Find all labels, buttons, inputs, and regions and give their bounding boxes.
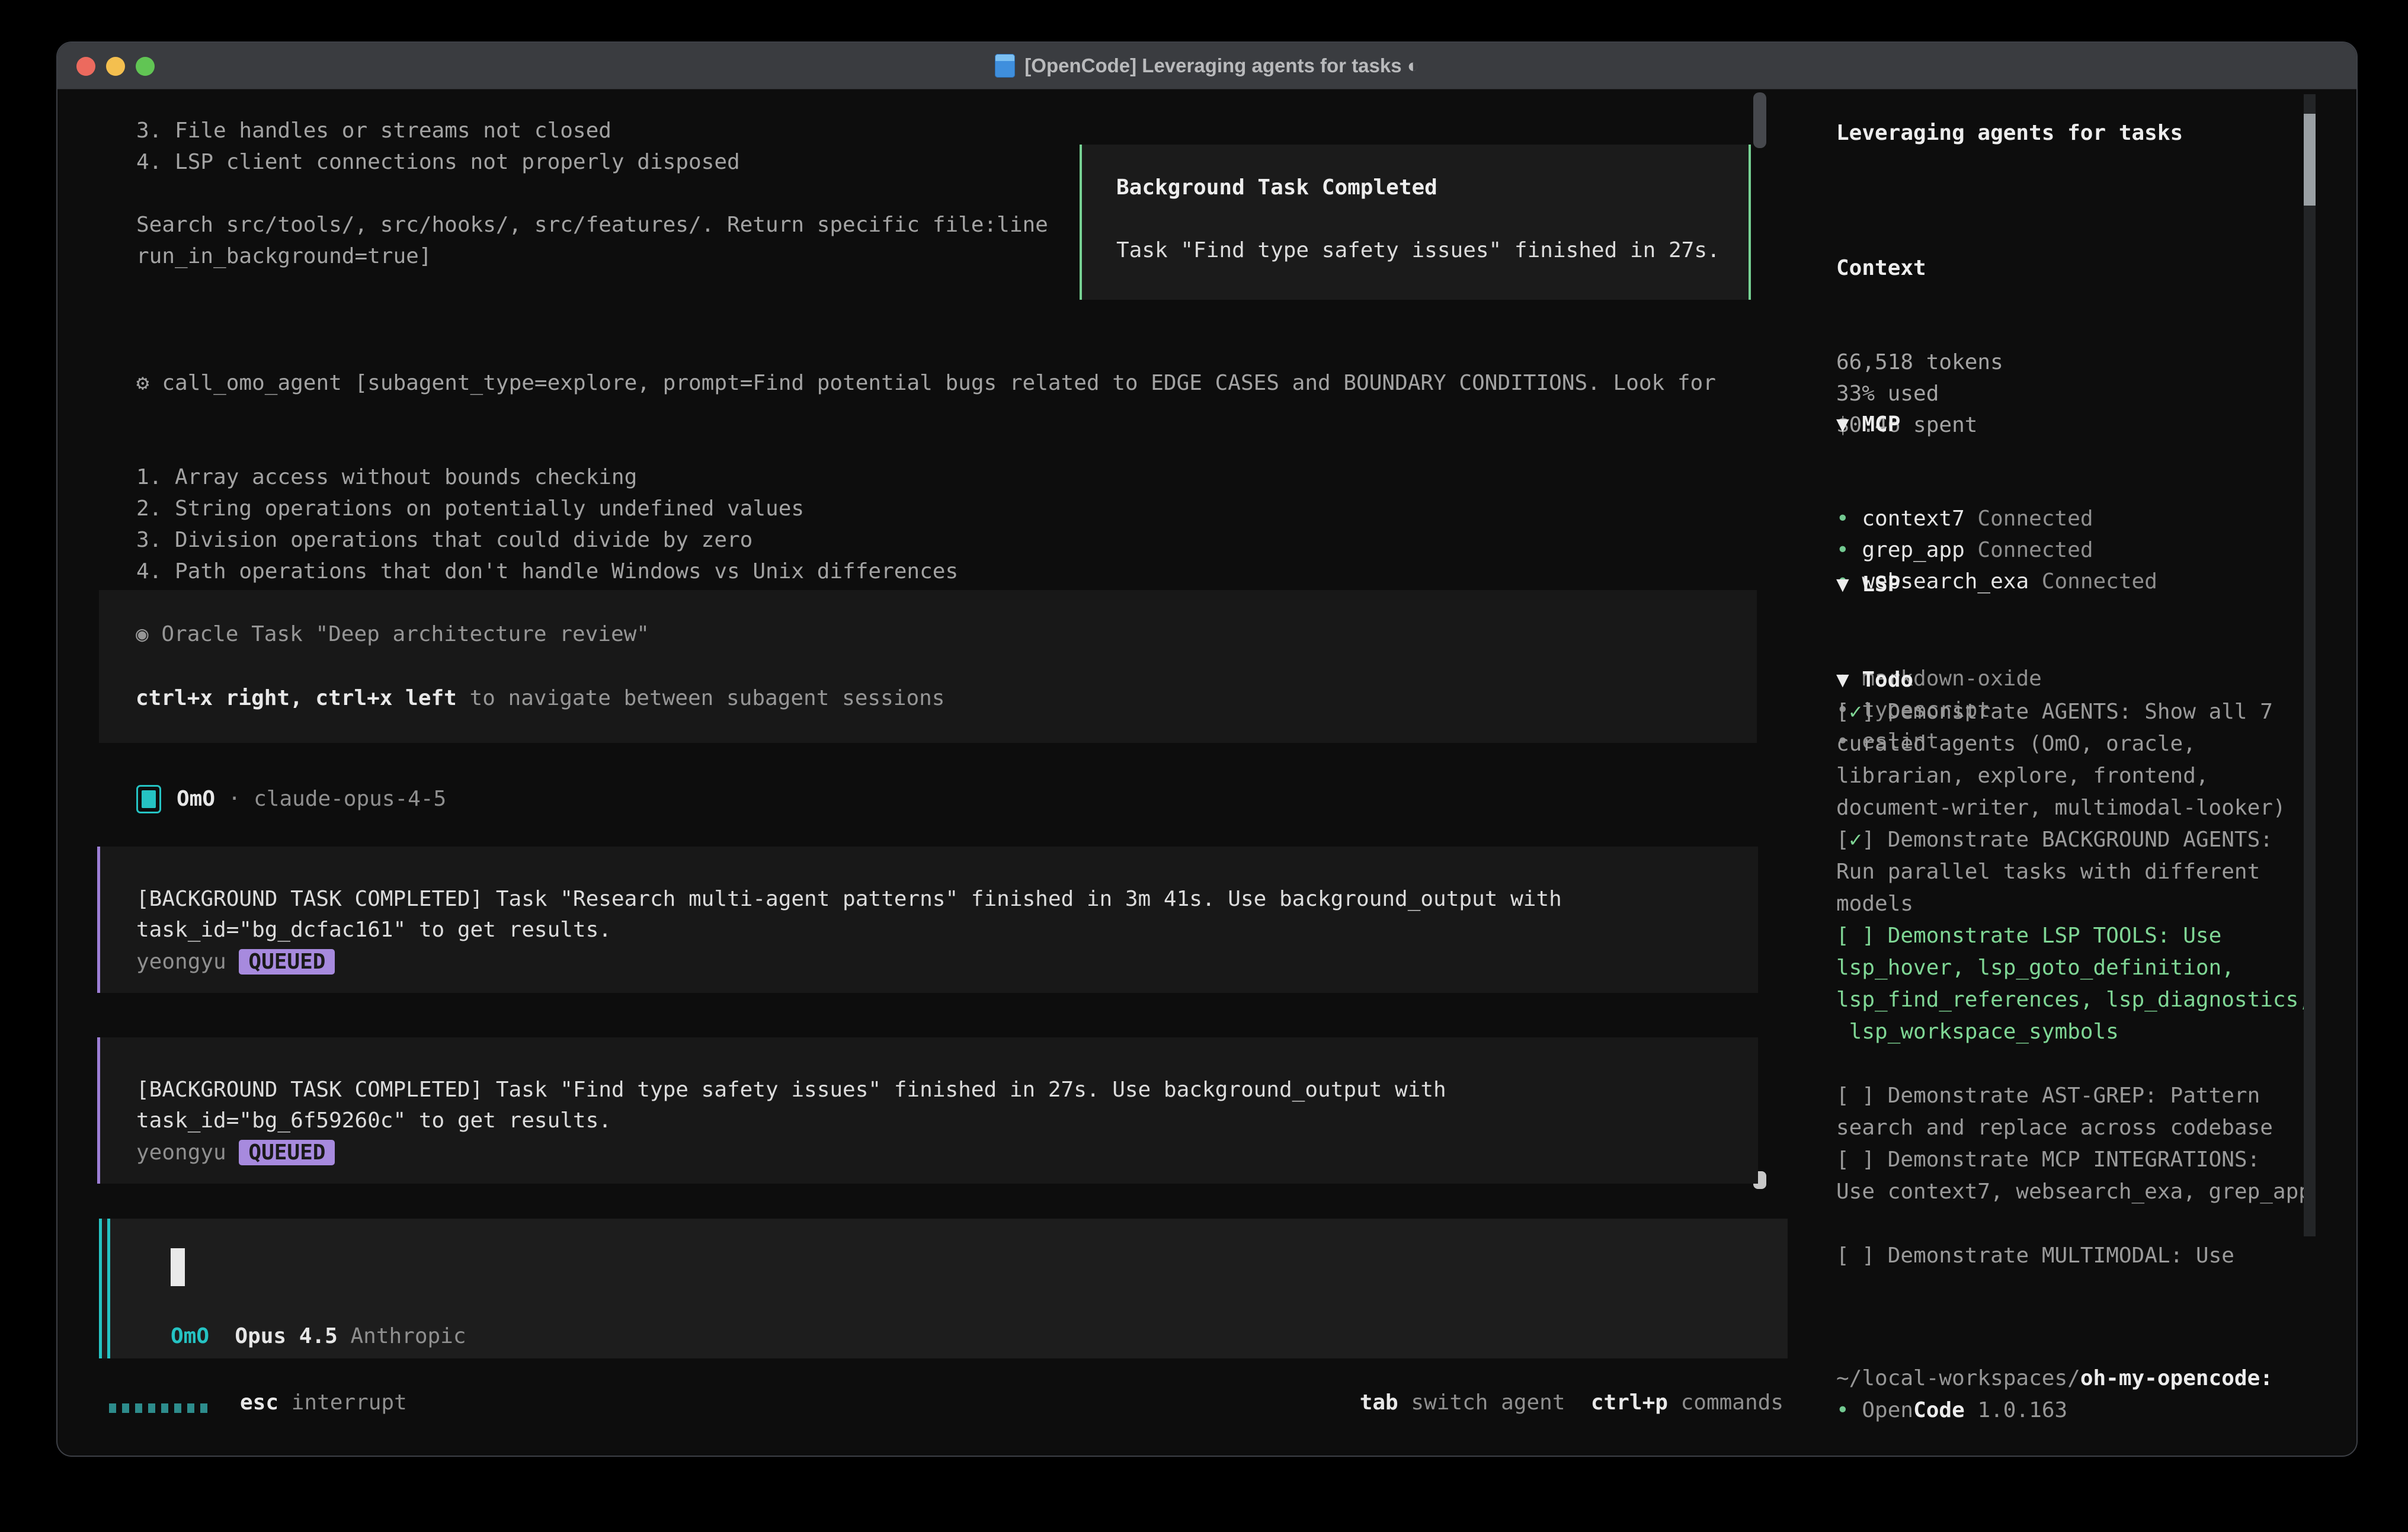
todo-line (1836, 1208, 2334, 1240)
scrollback-text: 3. File handles or streams not closed4. … (136, 115, 1048, 272)
todo-line: search and replace across codebase (1836, 1112, 2334, 1144)
collapse-triangle-icon[interactable]: ▼ (1836, 668, 1862, 692)
todo-line: Use context7, websearch_exa, grep_app (1836, 1176, 2334, 1208)
todo-line: Run parallel tasks with different (1836, 856, 2334, 888)
todo-line: lsp_hover, lsp_goto_definition, (1836, 952, 2334, 984)
todo-line: lsp_workspace_symbols (1836, 1016, 2334, 1048)
todo-line: librarian, explore, frontend, (1836, 760, 2334, 792)
queued-badge: QUEUED (239, 1140, 335, 1165)
spinner-dot (148, 1403, 155, 1413)
collapse-triangle-icon[interactable]: ▼ (1836, 412, 1862, 437)
gear-icon: ⚙ (136, 371, 149, 395)
term-line: 1. Array access without bounds checking (136, 461, 1716, 493)
task-message-line2: task_id="bg_6f59260c" to get results. (136, 1105, 611, 1136)
collapse-triangle-icon[interactable]: ▼ (1836, 572, 1862, 597)
todo-line: [✓] Demonstrate AGENTS: Show all 7 (1836, 696, 2334, 728)
todo-line: models (1836, 888, 2334, 920)
todo-line: [ ] Demonstrate LSP TOOLS: Use (1836, 920, 2334, 952)
oracle-navigation-hint: ctrl+x right, ctrl+x left to navigate be… (136, 682, 944, 714)
agent-header: OmO · claude-opus-4-5 (136, 783, 446, 815)
spinner-dot (135, 1403, 142, 1413)
term-line: 4. LSP client connections not properly d… (136, 146, 1048, 178)
prompt-input[interactable]: OmO Opus 4.5 Anthropic (99, 1219, 1788, 1358)
sidebar-scrollbar[interactable] (2304, 94, 2316, 1236)
session-title: Leveraging agents for tasks (1836, 117, 2334, 149)
minimize-button[interactable] (106, 57, 125, 76)
term-line (136, 178, 1048, 209)
spinner-dot (187, 1403, 194, 1413)
tool-call-first-line: ⚙ call_omo_agent [subagent_type=explore,… (136, 367, 1716, 399)
oracle-icon: ◉ (136, 622, 149, 646)
term-line: 3. Division operations that could divide… (136, 524, 1716, 556)
todo-list: [✓] Demonstrate AGENTS: Show all 7curate… (1836, 696, 2334, 1272)
task-message-line1: [BACKGROUND TASK COMPLETED] Task "Resear… (136, 883, 1562, 915)
titlebar[interactable]: [OpenCode] Leveraging agents for tasks ◐ (57, 43, 2356, 89)
task-meta: yeongyu QUEUED (136, 1137, 335, 1168)
spinner-dot (174, 1403, 181, 1413)
background-task-card[interactable]: [BACKGROUND TASK COMPLETED] Task "Find t… (97, 1037, 1758, 1184)
app-version: • OpenCode 1.0.163 (1836, 1395, 2334, 1426)
terminal-window: [OpenCode] Leveraging agents for tasks ◐… (56, 41, 2358, 1457)
task-meta: yeongyu QUEUED (136, 946, 335, 977)
term-line: 3. File handles or streams not closed (136, 115, 1048, 146)
background-task-card[interactable]: [BACKGROUND TASK COMPLETED] Task "Resear… (97, 847, 1758, 993)
close-button[interactable] (76, 57, 95, 76)
workspace-path: ~/local-workspaces/oh-my-opencode: maste… (1836, 1300, 2334, 1457)
todo-line: document-writer, multimodal-looker) (1836, 792, 2334, 824)
agent-model-selector[interactable]: OmO Opus 4.5 Anthropic (171, 1321, 466, 1352)
todo-heading: ▼ Todo (1836, 664, 2334, 696)
background-task-notification[interactable]: Background Task Completed Task "Find typ… (1080, 145, 1751, 300)
oracle-task-box[interactable]: ◉ Oracle Task "Deep architecture review"… (99, 590, 1757, 743)
mcp-heading: ▼ MCP (1836, 409, 2334, 440)
term-line: Search src/tools/, src/hooks/, src/featu… (136, 209, 1048, 241)
context-heading: Context (1836, 252, 2334, 284)
spinner-dot (161, 1403, 168, 1413)
spinner-dot (200, 1403, 207, 1413)
statusbar-left: esc interrupt (240, 1387, 407, 1418)
todo-line: [✓] Demonstrate BACKGROUND AGENTS: (1836, 824, 2334, 856)
task-message-line2: task_id="bg_dcfac161" to get results. (136, 914, 611, 946)
status-dot-icon: • (1836, 1398, 1862, 1422)
queued-badge: QUEUED (239, 949, 335, 975)
main-scrollbar-thumb-top[interactable] (1753, 92, 1766, 148)
statusbar-right: tab switch agent ctrl+p commands (1360, 1387, 1783, 1418)
todo-line: [ ] Demonstrate MCP INTEGRATIONS: (1836, 1144, 2334, 1176)
window-title: [OpenCode] Leveraging agents for tasks ◐ (995, 54, 1418, 78)
notification-body: Task "Find type safety issues" finished … (1116, 235, 1720, 266)
document-icon (995, 54, 1015, 78)
spinner-dot (109, 1403, 116, 1413)
term-line: run_in_background=true] (136, 241, 1048, 272)
spinner-dot (122, 1403, 129, 1413)
lsp-heading: ▼ LSP (1836, 569, 2334, 600)
sidebar-scrollbar-thumb[interactable] (2304, 114, 2316, 206)
zoom-button[interactable] (136, 57, 155, 76)
agent-omo-icon (136, 785, 161, 813)
todo-line: [ ] Demonstrate MULTIMODAL: Use (1836, 1240, 2334, 1272)
agent-header-text: OmO · claude-opus-4-5 (177, 783, 446, 815)
notification-title: Background Task Completed (1116, 172, 1437, 203)
text-cursor (171, 1248, 185, 1286)
term-line: 4. Path operations that don't handle Win… (136, 556, 1716, 587)
oracle-task-title: ◉ Oracle Task "Deep architecture review" (136, 618, 649, 650)
todo-line: curated agents (OmO, oracle, (1836, 728, 2334, 760)
todo-line: lsp_find_references, lsp_diagnostics, (1836, 984, 2334, 1016)
working-spinner (109, 1403, 207, 1413)
term-line: 2. String operations on potentially unde… (136, 493, 1716, 524)
todo-line: [ ] Demonstrate AST-GREP: Pattern (1836, 1080, 2334, 1112)
todo-line (1836, 1048, 2334, 1080)
task-message-line1: [BACKGROUND TASK COMPLETED] Task "Find t… (136, 1074, 1446, 1105)
window-title-text: [OpenCode] Leveraging agents for tasks ◐ (1024, 55, 1418, 77)
input-accent-bar (107, 1219, 110, 1358)
